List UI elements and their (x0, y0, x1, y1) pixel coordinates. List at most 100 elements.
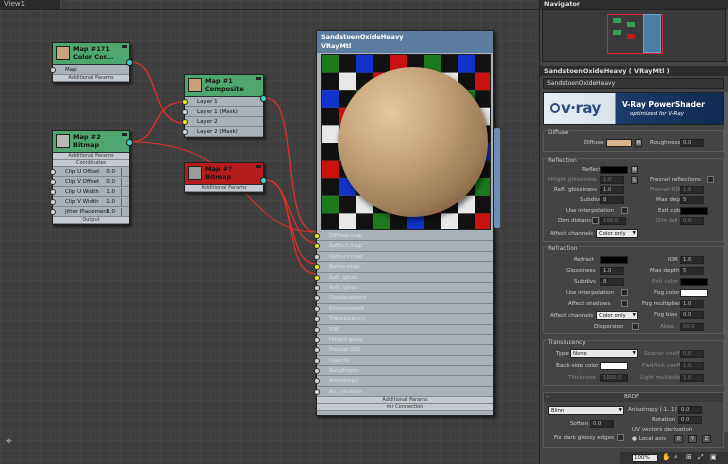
node-map1-composite[interactable]: Map #1 Composite Layer 1 Layer 1 (Mask) L… (182, 74, 267, 138)
axis-y-button[interactable]: Y (688, 435, 697, 443)
material-slot[interactable]: Roughness (314, 366, 493, 377)
back-side-color-swatch[interactable] (600, 362, 628, 370)
slot-layer1-mask[interactable]: Layer 1 (Mask) (182, 107, 263, 117)
subdivs-input[interactable]: 8 (600, 196, 624, 204)
zoom-field[interactable]: 100% (632, 454, 658, 462)
roughness-input[interactable]: 0.0 (680, 139, 704, 147)
additional-params-band[interactable]: Additional Params (317, 397, 493, 405)
node-header[interactable]: Map #? Bitmap (185, 163, 263, 185)
collapse-icon[interactable] (122, 45, 127, 48)
hilight-glossiness-input[interactable]: 1.0 (600, 176, 624, 184)
slot-socket[interactable] (314, 357, 320, 364)
affect-shadows-checkbox[interactable] (621, 300, 628, 307)
slot-value[interactable]: 1.0 (106, 207, 115, 217)
slot-socket[interactable] (50, 67, 56, 73)
panel-scrollbar[interactable] (724, 92, 728, 432)
reflect-color-swatch[interactable] (600, 166, 628, 174)
fresnel-ior-input[interactable]: 1.6 (680, 186, 704, 194)
zoom-icon[interactable]: ⌕ (674, 453, 678, 462)
max-depth-input[interactable]: 5 (680, 196, 704, 204)
slot-socket[interactable] (314, 316, 320, 323)
light-multiplier-input[interactable]: 1.0 (680, 374, 704, 382)
slot-socket[interactable] (314, 264, 320, 271)
refl-glossiness-input[interactable]: 1.0 (600, 186, 624, 194)
brdf-type-dropdown[interactable]: Blinn (548, 406, 624, 415)
material-slot[interactable]: Diffuse map (314, 231, 493, 242)
slot-layer2[interactable]: Layer 2 (182, 117, 263, 127)
material-node-scrollbar[interactable] (494, 128, 500, 228)
material-name-field[interactable]: SandstoenOxideHeavy (543, 78, 724, 89)
translucency-type-dropdown[interactable]: None (570, 349, 638, 358)
dim-fall-off-input[interactable]: 0.0 (680, 217, 704, 225)
max-depth-input[interactable]: 5 (680, 267, 704, 275)
navigator-view[interactable] (542, 9, 726, 62)
collapse-icon[interactable] (122, 133, 127, 136)
slot-socket[interactable] (314, 284, 320, 291)
slot-value[interactable]: 1.0 (106, 187, 115, 197)
slot-socket[interactable] (182, 129, 188, 135)
fwd-bck-coeff-input[interactable]: 1.0 (680, 362, 704, 370)
diffuse-color-swatch[interactable] (606, 139, 632, 147)
hilight-lock-button[interactable]: L (631, 176, 638, 184)
binoculars-icon[interactable]: ⌖ (6, 436, 12, 447)
view-tab[interactable]: View1 (0, 0, 60, 9)
abbe-input[interactable]: 50.0 (680, 323, 704, 331)
spinner[interactable] (121, 208, 126, 216)
output-socket[interactable] (260, 95, 267, 102)
local-axis-radio[interactable]: ● Local axis (632, 435, 666, 443)
dim-distance-checkbox[interactable] (592, 217, 599, 224)
slot-socket[interactable] (50, 179, 56, 185)
slot-socket[interactable] (182, 119, 188, 125)
scatter-coeff-input[interactable]: 0.0 (680, 350, 704, 358)
material-slot[interactable]: Refr. gloss (314, 282, 493, 294)
material-slot[interactable]: Opacity (314, 355, 493, 367)
exit-color-swatch[interactable] (680, 207, 708, 215)
fog-color-swatch[interactable] (680, 289, 708, 297)
material-slot[interactable]: Translucency (314, 314, 493, 325)
slot-socket[interactable] (314, 243, 320, 250)
zoom-region-icon[interactable]: ⊞ (686, 453, 692, 461)
node-map2[interactable]: Map #2 Bitmap Additional Params Coordinat… (50, 130, 133, 225)
slot-value[interactable]: 0.0 (106, 177, 115, 187)
material-preview[interactable] (321, 54, 491, 230)
material-slot[interactable]: Hilight gloss (314, 334, 493, 346)
slot-socket[interactable] (314, 347, 320, 354)
slot-socket[interactable] (50, 189, 56, 195)
slot-layer2-mask[interactable]: Layer 2 (Mask) (182, 127, 263, 137)
slot-socket[interactable] (314, 233, 320, 239)
material-slot[interactable]: Refl. gloss (314, 272, 493, 283)
material-slot[interactable]: Anisotropy (314, 376, 493, 387)
dispersion-checkbox[interactable] (632, 323, 639, 330)
material-slot[interactable]: Bump map (314, 262, 493, 273)
slot-socket[interactable] (50, 209, 56, 215)
node-header[interactable]: Map #1 Composite (185, 75, 263, 97)
affect-channels-dropdown[interactable]: Color only (596, 311, 638, 320)
reflect-map-button[interactable]: M (631, 166, 638, 174)
slot-clip-u-width[interactable]: Clip U Width 1.0 (50, 187, 129, 197)
fix-dark-glossy-edges-checkbox[interactable] (617, 434, 624, 441)
material-slot[interactable]: Fresnel IOR (314, 345, 493, 356)
slot-socket[interactable] (182, 99, 188, 105)
slot-clip-v-width[interactable]: Clip V Width 1.0 (50, 197, 129, 207)
fog-multiplier-input[interactable]: 1.0 (680, 300, 704, 308)
material-slot[interactable]: Refract map (314, 251, 493, 263)
ior-input[interactable]: 1.6 (680, 256, 704, 264)
slot-socket[interactable] (314, 336, 320, 343)
slot-socket[interactable] (314, 253, 320, 260)
material-slot[interactable]: Reflect map (314, 241, 493, 252)
material-slot[interactable]: Environment (314, 303, 493, 315)
fresnel-reflections-checkbox[interactable] (707, 176, 714, 183)
output-socket[interactable] (126, 59, 133, 66)
slot-socket[interactable] (314, 295, 320, 302)
node-bitmap-selected[interactable]: Map #? Bitmap Additional Params (184, 162, 267, 193)
spinner[interactable] (121, 178, 126, 186)
slot-clip-v-offset[interactable]: Clip V Offset 0.0 (50, 177, 129, 187)
slot-value[interactable]: 0.0 (106, 167, 115, 177)
slot-map[interactable]: Map (50, 65, 129, 75)
mr-connection-band[interactable]: mr Connection (317, 404, 493, 412)
glossiness-input[interactable]: 1.0 (600, 267, 624, 275)
output-socket[interactable] (260, 177, 267, 184)
slot-socket[interactable] (314, 326, 320, 333)
slot-socket[interactable] (314, 388, 320, 395)
exit-color-swatch[interactable] (680, 278, 708, 286)
